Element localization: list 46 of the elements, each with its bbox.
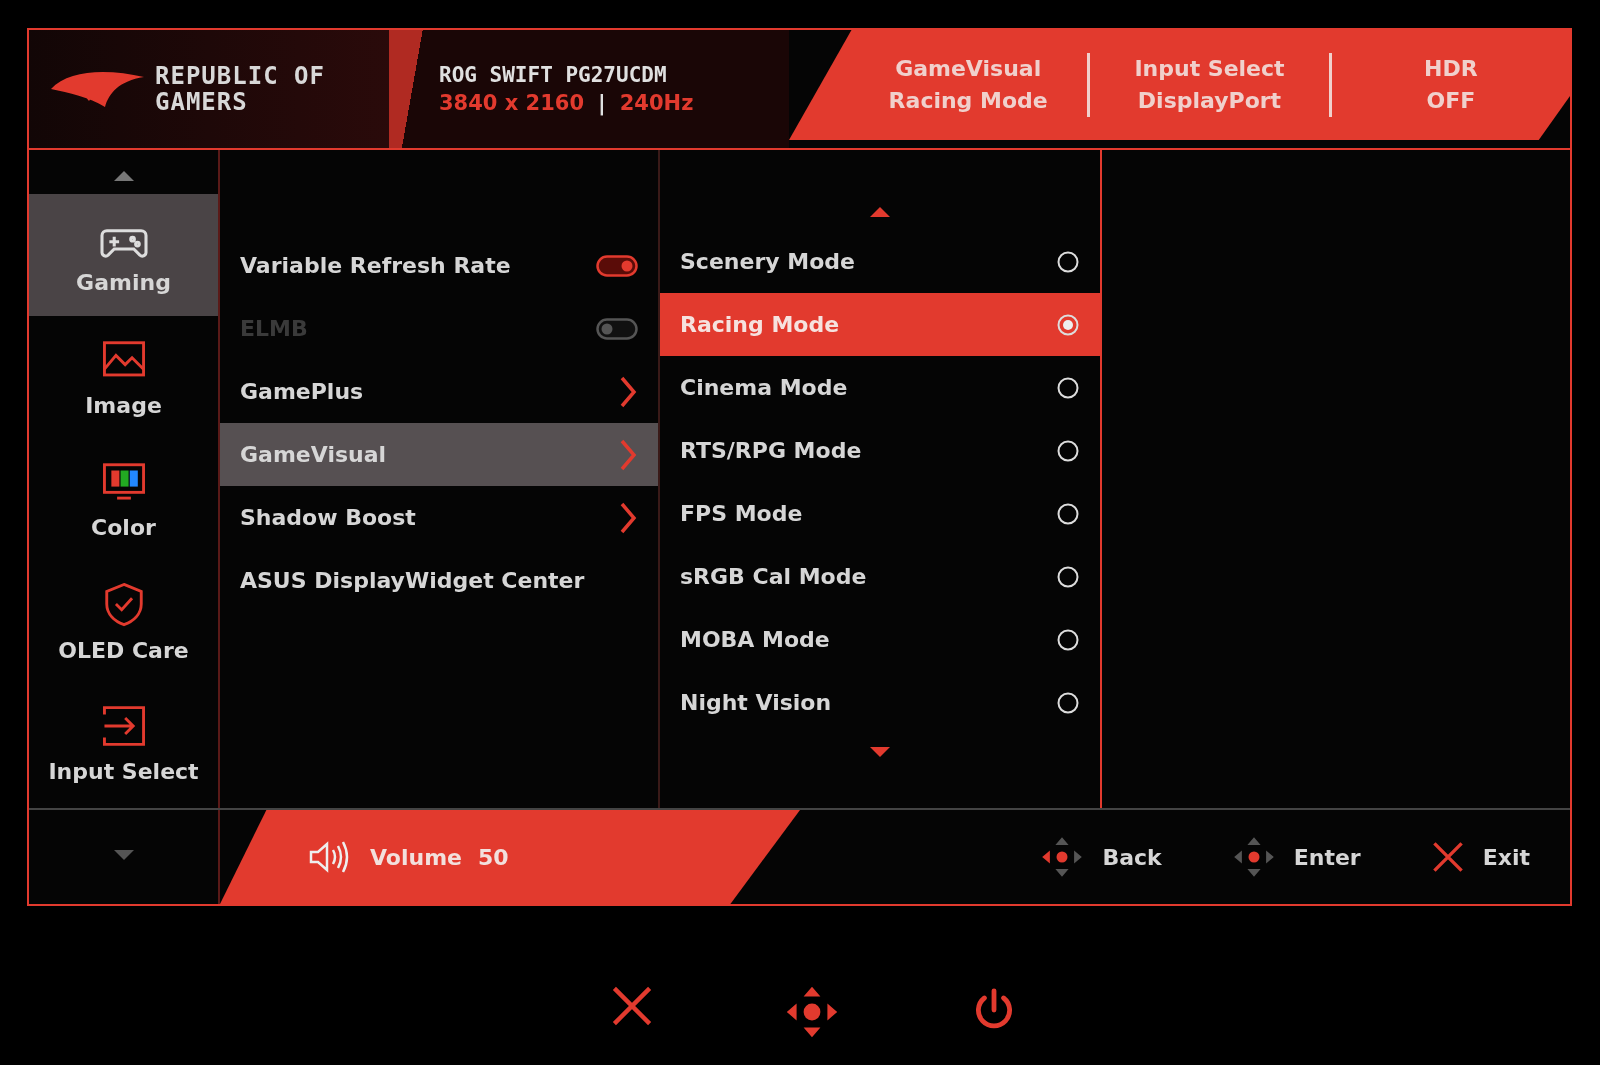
- option-item[interactable]: FPS Mode: [660, 482, 1100, 545]
- nav-hint: Exit: [1482, 844, 1530, 870]
- radio-button[interactable]: [1056, 249, 1080, 274]
- sidebar-item[interactable]: Color: [29, 438, 218, 560]
- down-arrow-icon: [868, 745, 892, 759]
- radio-button[interactable]: [1056, 312, 1080, 337]
- status-value: OFF: [1425, 87, 1477, 115]
- radio-button[interactable]: [1056, 690, 1080, 715]
- menu-item[interactable]: GamePlus: [220, 360, 658, 423]
- brand-text: REPUBLIC OF: [155, 63, 325, 89]
- nav-hint: Back: [1102, 844, 1162, 870]
- volume-value: 50: [478, 844, 509, 870]
- option-item[interactable]: Scenery Mode: [660, 230, 1100, 293]
- status-value: DisplayPort: [1136, 87, 1283, 115]
- option-item[interactable]: MOBA Mode: [660, 608, 1100, 671]
- model-name: ROG SWIFT PG27UCDM: [439, 63, 668, 87]
- menu-item[interactable]: GameVisual: [220, 423, 658, 486]
- radio-button[interactable]: [1056, 375, 1080, 400]
- status-label: Input Select: [1133, 55, 1286, 83]
- volume-label: Volume: [370, 844, 462, 870]
- status-value: Racing Mode: [887, 87, 1049, 115]
- radio-button[interactable]: [1056, 627, 1080, 652]
- resolution-text: 3840 x 2160: [439, 91, 585, 115]
- brand-text: GAMERS: [155, 89, 249, 115]
- option-item[interactable]: sRGB Cal Mode: [660, 545, 1100, 608]
- menu-item[interactable]: Shadow Boost: [220, 486, 658, 549]
- radio-button[interactable]: [1056, 501, 1080, 526]
- refresh-rate-text: 240Hz: [619, 91, 694, 115]
- status-label: HDR: [1423, 55, 1479, 83]
- radio-button[interactable]: [1056, 564, 1080, 589]
- sidebar-item[interactable]: Gaming: [29, 194, 218, 316]
- toggle-switch[interactable]: [596, 254, 638, 277]
- menu-item[interactable]: Variable Refresh Rate: [220, 234, 658, 297]
- status-label: GameVisual: [894, 55, 1043, 83]
- sidebar-item[interactable]: OLED Care: [29, 560, 218, 682]
- nav-hint: Enter: [1293, 844, 1361, 870]
- separator-text: |: [598, 91, 606, 115]
- option-item[interactable]: RTS/RPG Mode: [660, 419, 1100, 482]
- sidebar-item[interactable]: Input Select: [29, 682, 218, 804]
- close-icon: [1430, 840, 1465, 874]
- radio-button[interactable]: [1056, 438, 1080, 463]
- sidebar-item[interactable]: Image: [29, 316, 218, 438]
- up-arrow-icon: [868, 205, 892, 219]
- option-item[interactable]: Night Vision: [660, 671, 1100, 734]
- option-item[interactable]: Cinema Mode: [660, 356, 1100, 419]
- menu-item[interactable]: ASUS DisplayWidget Center: [220, 549, 658, 612]
